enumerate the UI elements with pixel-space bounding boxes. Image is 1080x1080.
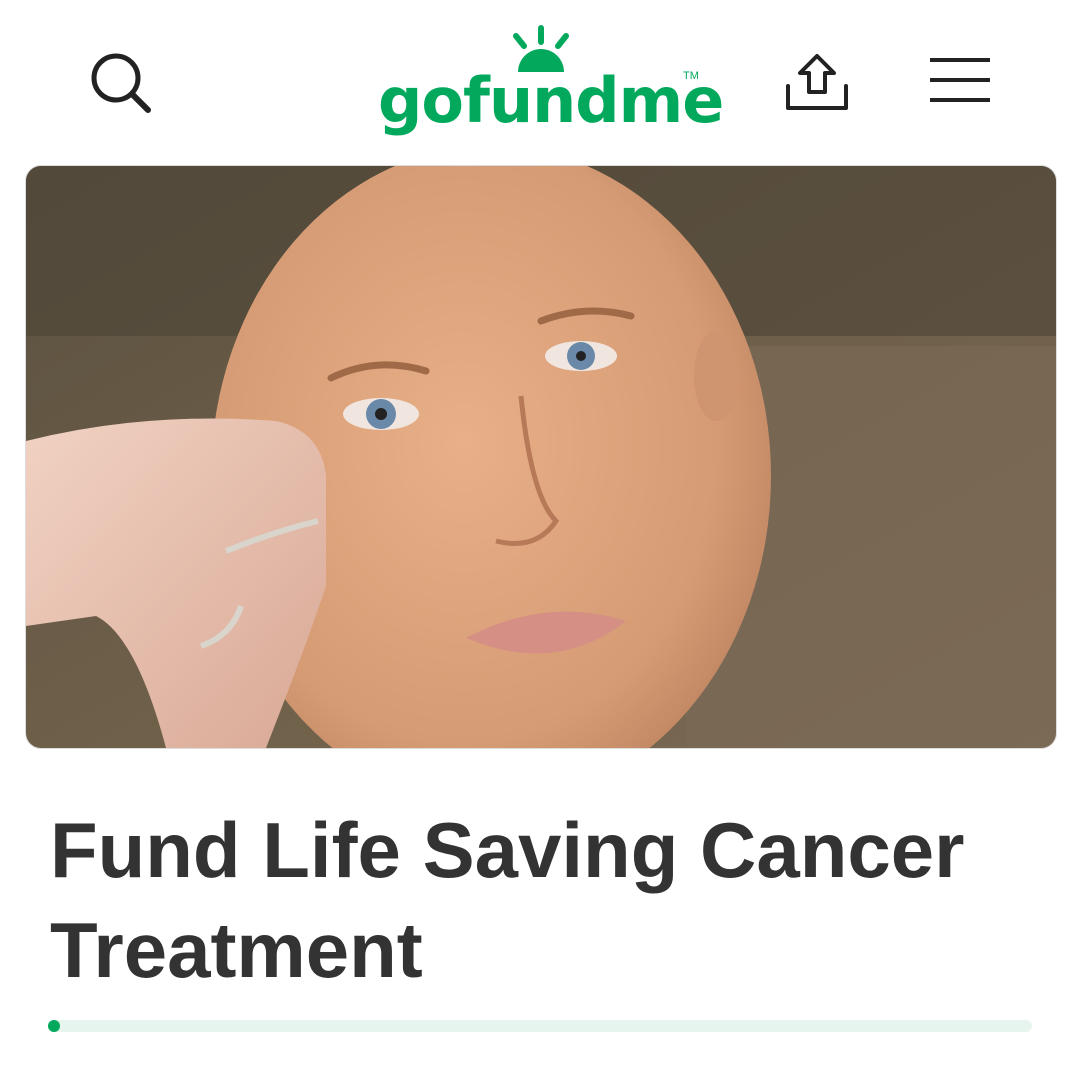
funding-progress-fill (48, 1020, 60, 1032)
gofundme-logo[interactable]: gofundme TM (378, 24, 724, 140)
trademark-symbol: TM (683, 70, 699, 82)
campaign-title: Fund Life Saving Cancer Treatment (50, 806, 965, 994)
share-upload-icon[interactable] (782, 48, 852, 114)
app-header: gofundme TM (0, 0, 1080, 160)
search-icon[interactable] (86, 48, 156, 118)
funding-progress-bar (48, 1020, 1032, 1032)
campaign-photo-portrait (26, 166, 1056, 748)
campaign-photo (25, 165, 1057, 749)
hamburger-menu-icon[interactable] (928, 54, 992, 108)
logo-wordmark: gofundme (378, 64, 724, 137)
